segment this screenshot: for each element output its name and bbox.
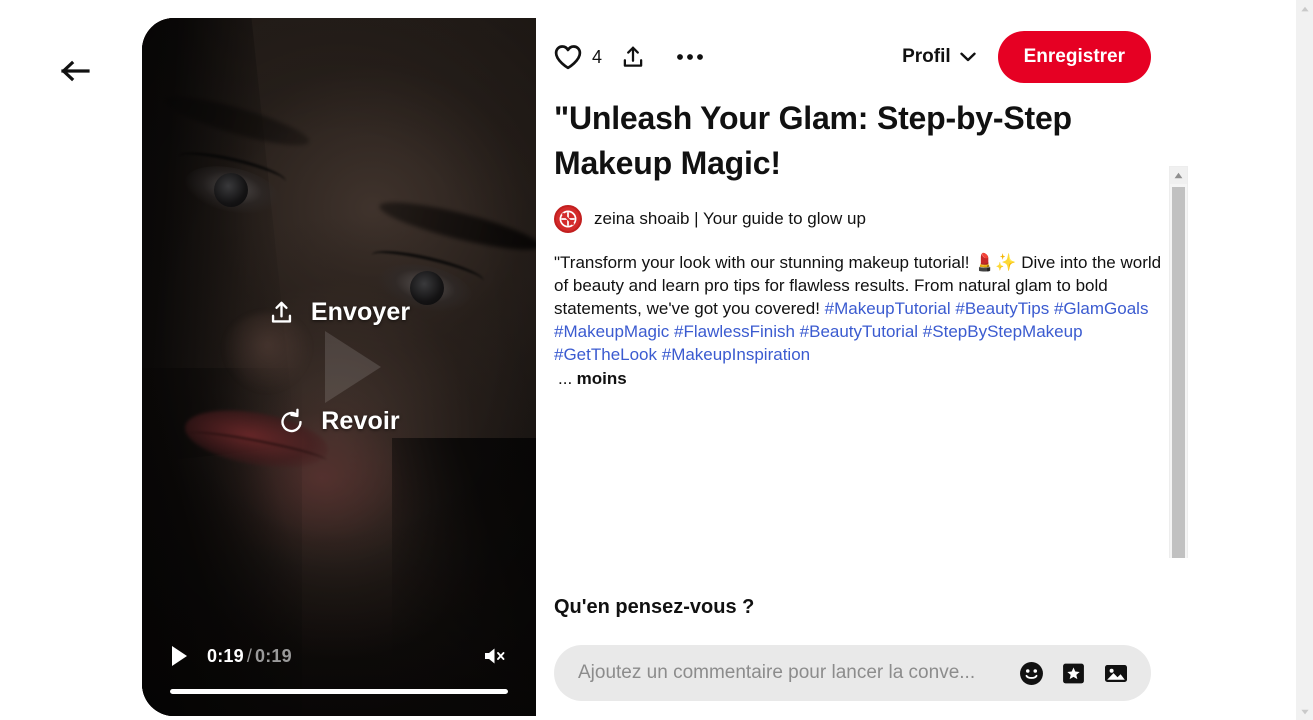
play-button[interactable] [170, 645, 189, 667]
like-count: 4 [592, 46, 603, 67]
play-triangle-icon [325, 331, 381, 403]
video-end-overlay: Envoyer Revoir [142, 18, 536, 716]
pin-detail-card: Envoyer Revoir 0:19 / 0:19 4 Profil Enre… [142, 18, 1191, 716]
back-button[interactable] [58, 56, 94, 86]
smiley-icon [1019, 661, 1044, 686]
show-less-button[interactable]: moins [577, 369, 627, 388]
pin-action-bar: 4 Profil Enregistrer [536, 18, 1191, 96]
board-selector-label: Profil [902, 46, 951, 67]
mute-button[interactable] [482, 645, 508, 667]
video-player[interactable]: Envoyer Revoir 0:19 / 0:19 [142, 18, 536, 716]
duration: 0:19 [255, 645, 292, 666]
heart-icon [554, 44, 582, 70]
comment-input-wrapper[interactable] [554, 645, 1151, 701]
sticker-button[interactable] [1061, 661, 1086, 686]
video-progress-fill [170, 689, 508, 694]
comment-composer: Qu'en pensez-vous ? [536, 596, 1191, 701]
emoji-button[interactable] [1019, 661, 1044, 686]
ellipsis-icon [676, 52, 704, 62]
replay-icon [278, 408, 305, 436]
send-button[interactable]: Envoyer [268, 298, 410, 327]
replay-button-label: Revoir [321, 407, 400, 435]
description-scrollbar-thumb[interactable] [1172, 187, 1185, 558]
app-root: Envoyer Revoir 0:19 / 0:19 4 Profil Enre… [0, 0, 1313, 720]
video-controls: 0:19/0:19 [142, 633, 536, 716]
chevron-down-icon [959, 52, 976, 62]
video-timestamp: 0:19/0:19 [207, 646, 292, 667]
pin-author-name: zeina shoaib | Your guide to glow up [594, 208, 866, 228]
sticker-star-icon [1061, 661, 1086, 686]
play-icon [170, 645, 189, 667]
page-scrollbar[interactable] [1296, 0, 1313, 720]
arrow-left-icon [61, 60, 91, 82]
description-scrollbar[interactable] [1169, 166, 1188, 558]
board-selector[interactable]: Profil [902, 46, 976, 68]
pin-author[interactable]: zeina shoaib | Your guide to glow up [554, 204, 1169, 233]
comment-action-icons [1019, 661, 1129, 686]
ellipsis-text: ... [558, 369, 573, 389]
video-progress-bar[interactable] [170, 689, 508, 694]
pin-description-toggle-row: ... moins [554, 369, 1169, 389]
save-button[interactable]: Enregistrer [997, 31, 1151, 83]
pin-save-controls: Profil Enregistrer [902, 31, 1151, 83]
more-options-button[interactable] [676, 52, 704, 62]
pin-info-panel: 4 Profil Enregistrer "Unleash Your Glam:… [536, 18, 1191, 716]
speaker-muted-icon [482, 645, 508, 667]
like-button[interactable] [554, 44, 582, 70]
comment-heading: Qu'en pensez-vous ? [554, 596, 755, 618]
image-icon [1103, 661, 1129, 686]
share-button[interactable] [620, 44, 646, 71]
comment-input[interactable] [578, 662, 1007, 684]
share-upload-icon [620, 44, 646, 71]
image-button[interactable] [1103, 661, 1129, 686]
pin-description-scroll-area: "Unleash Your Glam: Step-by-Step Makeup … [536, 96, 1191, 558]
share-upload-icon [268, 299, 295, 327]
pin-description: "Transform your look with our stunning m… [554, 251, 1169, 367]
pin-title: "Unleash Your Glam: Step-by-Step Makeup … [554, 100, 1072, 182]
user-avatar [554, 204, 582, 233]
send-button-label: Envoyer [310, 298, 411, 326]
scroll-up-arrow-icon[interactable] [1296, 0, 1313, 17]
time-separator: / [246, 645, 253, 666]
scroll-down-arrow-icon[interactable] [1296, 703, 1313, 720]
replay-button[interactable]: Revoir [278, 407, 400, 436]
scroll-up-arrow-icon[interactable] [1170, 167, 1187, 184]
current-time: 0:19 [207, 645, 244, 666]
